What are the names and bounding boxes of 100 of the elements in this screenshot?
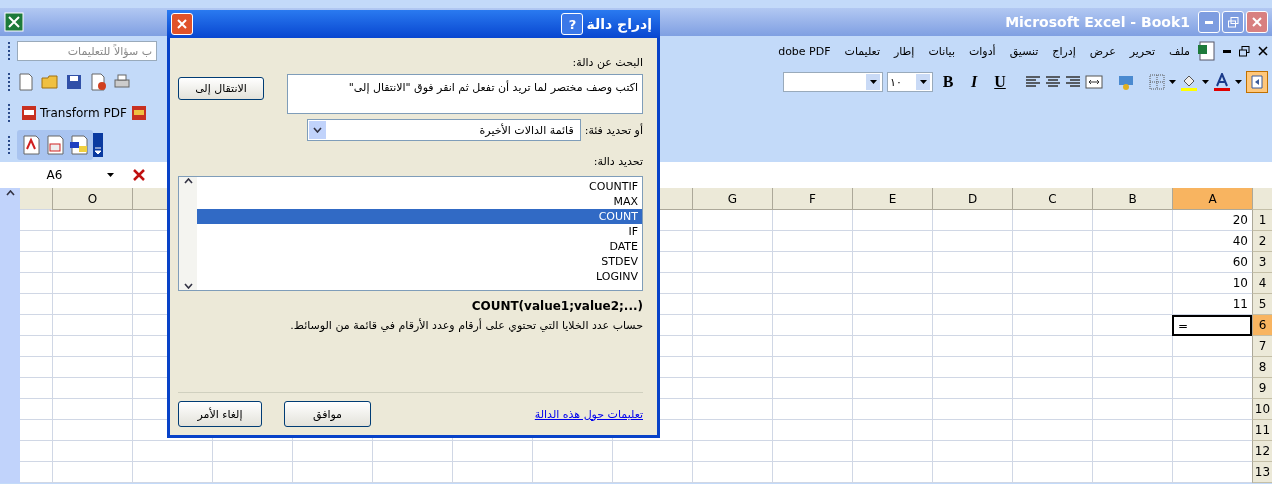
table-cell: 40	[1172, 231, 1252, 252]
ok-button[interactable]: موافق	[284, 401, 371, 427]
function-item[interactable]: MAX	[197, 194, 642, 209]
align-center-icon[interactable]	[1045, 75, 1061, 89]
excel-icon	[4, 12, 24, 32]
column-header[interactable]: D	[932, 188, 1012, 210]
printer-icon	[113, 73, 131, 91]
style-button[interactable]: I	[963, 71, 985, 93]
function-item[interactable]: DATE	[197, 239, 642, 254]
toolbar-options-icon[interactable]	[93, 133, 103, 157]
column-header[interactable]: C	[1012, 188, 1092, 210]
column-header[interactable]: B	[1092, 188, 1172, 210]
caret-icon	[312, 127, 322, 133]
list-scrollbar[interactable]	[179, 177, 197, 290]
function-item[interactable]: IF	[197, 224, 642, 239]
function-item[interactable]: COUNTIF	[197, 179, 642, 194]
scroll-down-icon	[183, 283, 193, 289]
style-button[interactable]: B	[937, 71, 959, 93]
pdf-review-icon	[69, 135, 89, 155]
column-header[interactable]: E	[852, 188, 932, 210]
column-header[interactable]: F	[772, 188, 852, 210]
function-item[interactable]: COUNT	[197, 209, 642, 224]
search-field[interactable]: اكتب وصف مختصر لما تريد أن تفعل ثم انقر فوق "الانتقال إلى"	[287, 74, 643, 114]
style-button[interactable]: U	[989, 71, 1011, 93]
folder-icon	[41, 73, 59, 91]
table-cell: 10	[1172, 273, 1252, 294]
function-item[interactable]: LOGINV	[197, 269, 642, 284]
column-header[interactable]: O	[52, 188, 132, 210]
help-link[interactable]: تعليمات حول هذه الدالة	[534, 407, 643, 421]
help-button[interactable]: ?	[561, 13, 584, 35]
caret-icon	[107, 173, 114, 177]
menu-item[interactable]: أدوات	[961, 44, 1003, 58]
function-syntax: COUNT(value1;value2;...)	[470, 299, 643, 313]
align-right-icon[interactable]	[1065, 75, 1081, 89]
row-header[interactable]: 6	[1252, 315, 1272, 336]
font-name-field[interactable]	[783, 72, 883, 92]
menu-item[interactable]: بيانات	[921, 44, 962, 58]
window-title: Microsoft Excel - Book1	[1005, 14, 1190, 30]
restore-button[interactable]	[1222, 11, 1244, 33]
menu-item[interactable]: تحرير	[1122, 44, 1163, 58]
minimize-icon	[1205, 20, 1213, 24]
active-cell[interactable]: =	[1172, 315, 1252, 336]
function-description: حساب عدد الخلايا التي تحتوي على أرقام وعدد الأرقام في قائمة من الوسائط.	[289, 319, 643, 332]
pdf-icon	[130, 105, 147, 121]
pdf-icon	[21, 105, 37, 121]
search-label: البحث عن دالة:	[571, 56, 643, 69]
menu-item[interactable]: ملف	[1162, 44, 1197, 58]
close-button[interactable]	[1246, 11, 1268, 33]
restore-icon	[1227, 16, 1239, 28]
row-header[interactable]: 8	[1252, 357, 1272, 378]
toolbar-button[interactable]	[1246, 71, 1268, 93]
cancel-icon[interactable]	[132, 168, 146, 182]
column-header[interactable]: A	[1172, 188, 1252, 210]
merge-center-icon[interactable]	[1085, 74, 1103, 90]
close-icon	[177, 19, 187, 29]
minimize-icon[interactable]	[1223, 49, 1231, 53]
category-select[interactable]: قائمة الدالات الأخيرة	[306, 119, 581, 141]
scroll-up-icon	[183, 178, 193, 184]
font-size-field[interactable]: ١٠	[887, 72, 933, 92]
question-field[interactable]: ب سؤالاً للتعليمات	[17, 41, 157, 61]
vertical-scrollbar[interactable]	[0, 188, 20, 483]
menu-item[interactable]: إطار	[886, 44, 922, 58]
align-left-icon[interactable]	[1025, 75, 1041, 89]
category-label: أو تحديد فئة:	[584, 123, 643, 137]
cancel-button[interactable]: إلغاء الأمر	[178, 401, 262, 427]
pdf-document-icon	[21, 135, 41, 155]
row-header[interactable]: 3	[1252, 252, 1272, 273]
transform-pdf-button[interactable]: Transform PDF	[17, 102, 131, 124]
row-header[interactable]: 7	[1252, 336, 1272, 357]
caret-icon	[1169, 80, 1176, 84]
row-header[interactable]: 1	[1252, 210, 1272, 231]
menu-item[interactable]: إدراج	[1045, 44, 1083, 58]
close-icon[interactable]	[1258, 46, 1268, 56]
row-header[interactable]: 11	[1252, 420, 1272, 441]
caret-icon	[1202, 80, 1209, 84]
close-button[interactable]	[171, 13, 193, 35]
function-item[interactable]: STDEV	[197, 254, 642, 269]
borders-icon[interactable]	[1149, 74, 1165, 90]
menu-item[interactable]: تعليمات	[837, 44, 887, 58]
row-header[interactable]: 4	[1252, 273, 1272, 294]
function-label: تحديد دالة:	[592, 155, 643, 168]
row-header[interactable]: 5	[1252, 294, 1272, 315]
go-button[interactable]: الانتقال إلى	[178, 77, 264, 100]
row-header[interactable]: 9	[1252, 378, 1272, 399]
fill-color-icon[interactable]	[1180, 73, 1198, 91]
document-icon	[89, 73, 107, 91]
currency-icon[interactable]	[1117, 73, 1135, 91]
row-header[interactable]: 12	[1252, 441, 1272, 462]
column-header[interactable]: G	[692, 188, 772, 210]
row-header[interactable]: 10	[1252, 399, 1272, 420]
font-color-icon[interactable]	[1213, 73, 1231, 91]
menu-item[interactable]: تنسيق	[1002, 44, 1046, 58]
menu-item[interactable]: عرض	[1082, 44, 1123, 58]
table-cell: 11	[1172, 294, 1252, 315]
dialog-title: إدراج دالة	[586, 16, 653, 32]
restore-icon[interactable]	[1239, 45, 1250, 57]
minimize-button[interactable]	[1198, 11, 1220, 33]
row-header[interactable]: 2	[1252, 231, 1272, 252]
menu-item[interactable]: dobe PDF	[771, 44, 838, 58]
row-header[interactable]: 13	[1252, 462, 1272, 483]
